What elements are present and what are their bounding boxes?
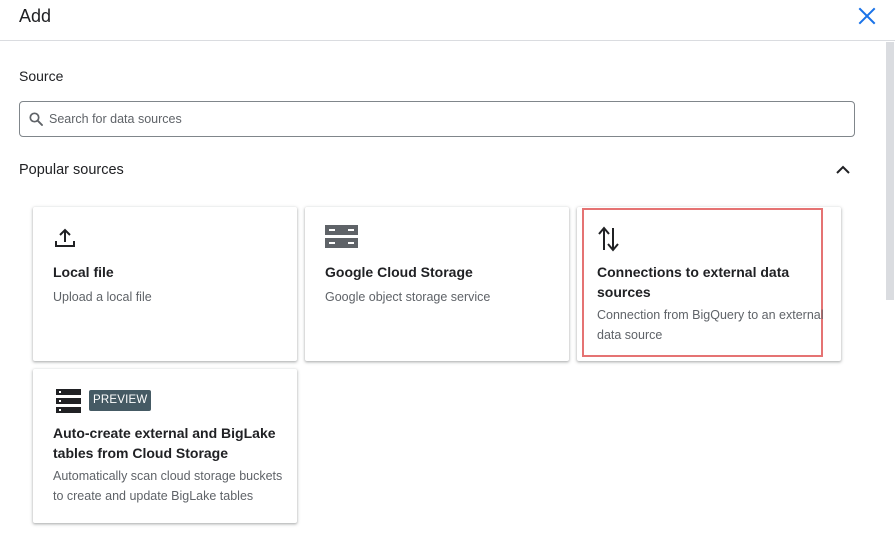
close-button[interactable] (856, 5, 878, 27)
source-label: Source (19, 68, 64, 84)
dialog-header: Add (0, 0, 895, 41)
card-title: Auto-create external and BigLake tables … (53, 425, 276, 461)
card-title: Local file (53, 264, 114, 280)
cloud-storage-icon (325, 225, 358, 248)
card-description: Google object storage service (325, 290, 491, 304)
search-icon (29, 112, 43, 126)
card-description: Automatically scan cloud storage buckets… (53, 469, 283, 503)
chevron-up-icon (836, 165, 850, 174)
close-icon (858, 7, 876, 25)
dialog-title: Add (19, 6, 52, 26)
source-card-external-connections[interactable]: Connections to external data sources Con… (577, 207, 841, 361)
search-box[interactable] (19, 101, 855, 137)
source-card-auto-create-biglake[interactable]: PREVIEW Auto-create external and BigLake… (33, 369, 297, 523)
swap-vertical-icon (598, 226, 619, 252)
upload-icon (55, 228, 75, 247)
popular-sources-toggle[interactable]: Popular sources (19, 159, 855, 181)
card-description: Upload a local file (53, 290, 152, 304)
source-card-local-file[interactable]: Local file Upload a local file (33, 207, 297, 361)
scrollbar-thumb[interactable] (886, 42, 894, 300)
card-title: Connections to external data sources (597, 264, 790, 300)
card-description: Connection from BigQuery to an external … (597, 308, 824, 342)
search-input[interactable] (49, 102, 839, 136)
popular-sources-title: Popular sources (19, 162, 124, 178)
source-card-cloud-storage[interactable]: Google Cloud Storage Google object stora… (305, 207, 569, 361)
table-list-icon (56, 389, 81, 413)
card-title: Google Cloud Storage (325, 264, 473, 280)
preview-badge: PREVIEW (89, 390, 152, 411)
